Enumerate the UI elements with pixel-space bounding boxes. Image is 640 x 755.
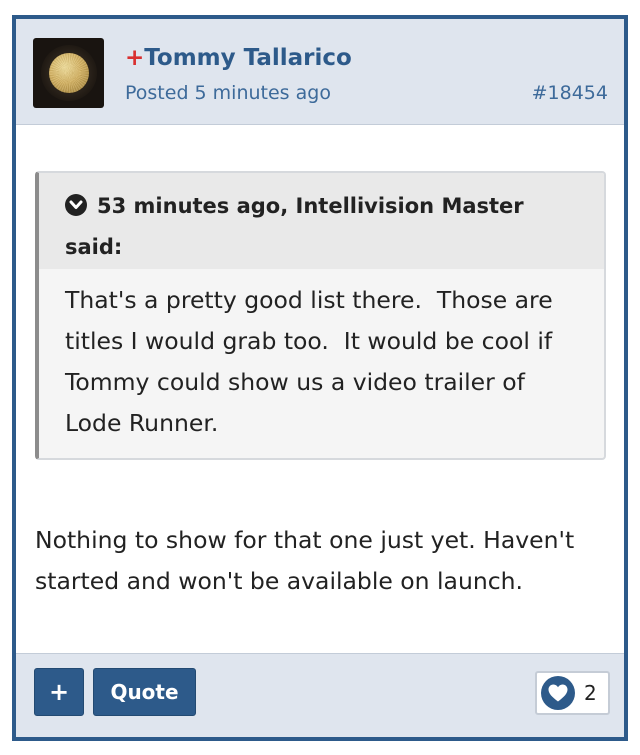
- post-footer: + Quote 2: [16, 653, 624, 737]
- author-name-link[interactable]: +Tommy Tallarico: [125, 45, 352, 71]
- author-prefix: +: [125, 45, 145, 71]
- quote-text: That's a pretty good list there. Those a…: [65, 286, 561, 437]
- reaction-button[interactable]: 2: [535, 671, 610, 715]
- author-name: Tommy Tallarico: [144, 45, 352, 71]
- forum-post: +Tommy Tallarico Posted 5 minutes ago #1…: [12, 15, 628, 741]
- chevron-down-icon[interactable]: [65, 194, 87, 216]
- heart-icon: [541, 676, 575, 710]
- quote-citation[interactable]: 53 minutes ago, Intellivision Master sai…: [39, 173, 604, 269]
- reaction-count: 2: [584, 681, 597, 705]
- avatar-knob-graphic: [48, 53, 89, 93]
- post-header: +Tommy Tallarico Posted 5 minutes ago #1…: [16, 19, 624, 125]
- quote-button[interactable]: Quote: [93, 668, 196, 716]
- multiquote-button[interactable]: +: [34, 668, 84, 716]
- avatar[interactable]: [33, 38, 104, 108]
- quote-citation-text: 53 minutes ago, Intellivision Master sai…: [65, 194, 524, 259]
- post-body-text: Nothing to show for that one just yet. H…: [35, 526, 575, 595]
- post-number-link[interactable]: #18454: [532, 82, 608, 104]
- post-timestamp: Posted 5 minutes ago: [125, 82, 331, 104]
- quote-block: 53 minutes ago, Intellivision Master sai…: [35, 171, 606, 460]
- avatar-image: [40, 45, 97, 101]
